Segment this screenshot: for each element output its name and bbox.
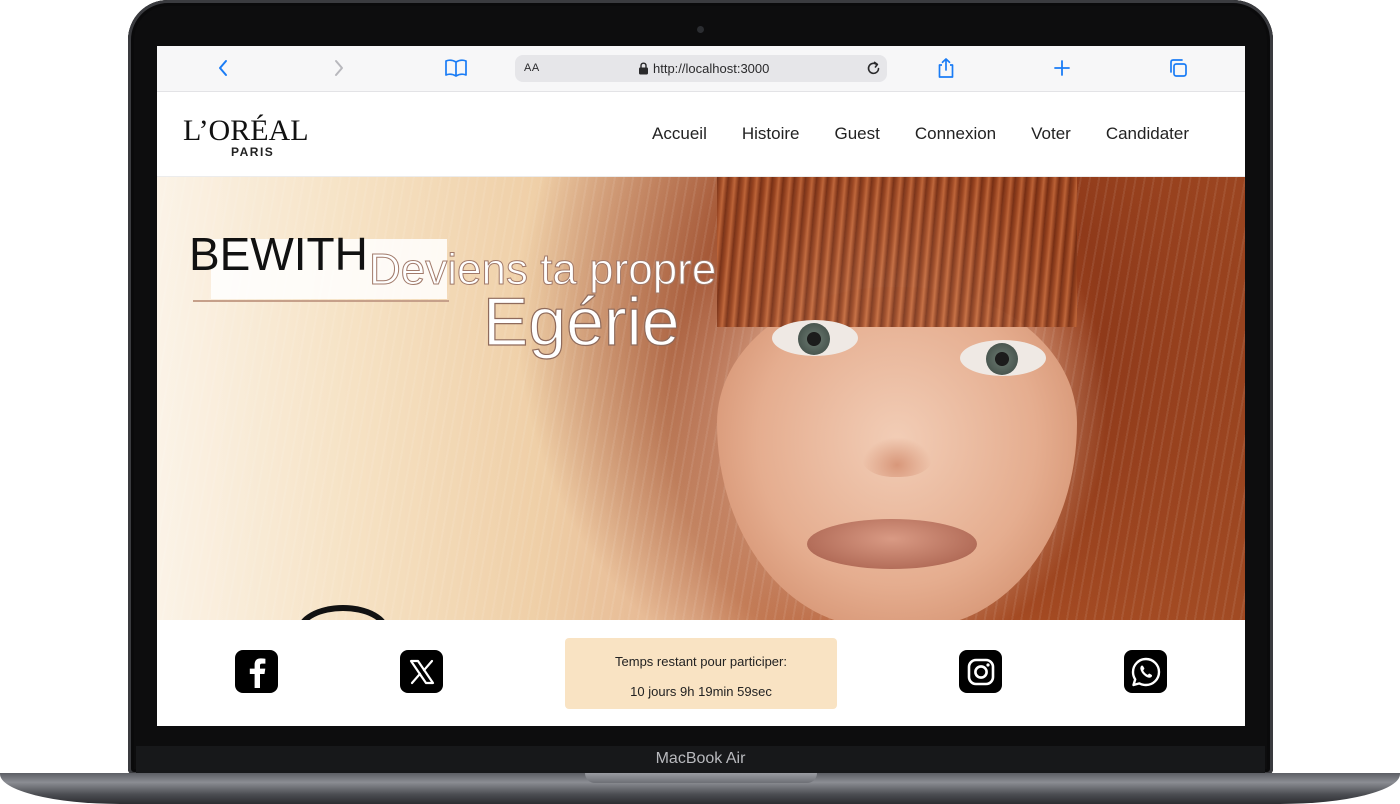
tabs-icon[interactable] — [1166, 56, 1190, 80]
camera-icon — [697, 26, 704, 33]
facebook-icon[interactable] — [235, 650, 278, 693]
hero-portrait-lips — [807, 519, 977, 569]
nav-voter[interactable]: Voter — [1031, 124, 1071, 144]
hero-banner: BEWITH Deviens ta propre Egérie — [157, 177, 1245, 620]
social-footer: Temps restant pour participer: 10 jours … — [157, 620, 1245, 726]
reload-icon[interactable] — [865, 60, 882, 82]
instagram-icon[interactable] — [959, 650, 1002, 693]
nav-accueil[interactable]: Accueil — [652, 124, 707, 144]
loreal-logo[interactable]: L’ORÉAL PARIS — [183, 116, 328, 160]
logo-subtitle: PARIS — [231, 145, 275, 159]
hero-title: BEWITH — [189, 228, 368, 280]
x-icon[interactable] — [400, 650, 443, 693]
laptop-chin: MacBook Air — [136, 746, 1265, 775]
laptop-notch — [585, 773, 817, 783]
countdown-value: 10 jours 9h 19min 59sec — [630, 684, 772, 699]
hero-subtitle-line2: Egérie — [482, 284, 680, 360]
site-header: L’ORÉAL PARIS Accueil Histoire Guest Con… — [157, 92, 1245, 177]
logo-wordmark: L’ORÉAL — [183, 114, 309, 147]
bookmarks-icon[interactable] — [444, 56, 468, 80]
browser-screen: AA http://localhost:3000 L’ORÉAL PARIS A… — [157, 46, 1245, 726]
address-bar[interactable]: AA http://localhost:3000 — [515, 55, 887, 82]
back-icon[interactable] — [211, 56, 235, 80]
hero-divider — [193, 300, 449, 302]
forward-icon[interactable] — [327, 56, 351, 80]
nav-guest[interactable]: Guest — [834, 124, 879, 144]
hero-portrait-eye — [960, 340, 1046, 376]
lock-icon — [638, 62, 649, 80]
device-label: MacBook Air — [655, 750, 746, 767]
hero-portrait-nose — [862, 437, 932, 477]
browser-toolbar: AA http://localhost:3000 — [157, 46, 1245, 92]
hero-portrait-eye — [772, 320, 858, 356]
main-nav: Accueil Histoire Guest Connexion Voter C… — [652, 124, 1189, 144]
whatsapp-icon[interactable] — [1124, 650, 1167, 693]
url-text[interactable]: http://localhost:3000 — [653, 61, 769, 76]
nav-connexion[interactable]: Connexion — [915, 124, 996, 144]
text-size-button[interactable]: AA — [524, 62, 540, 74]
nav-candidater[interactable]: Candidater — [1106, 124, 1189, 144]
nav-histoire[interactable]: Histoire — [742, 124, 800, 144]
hero-hair-fringe — [717, 177, 1077, 327]
new-tab-icon[interactable] — [1050, 56, 1074, 80]
countdown-panel: Temps restant pour participer: 10 jours … — [565, 638, 837, 709]
laptop-mockup: AA http://localhost:3000 L’ORÉAL PARIS A… — [0, 0, 1400, 804]
share-icon[interactable] — [934, 56, 958, 80]
countdown-label: Temps restant pour participer: — [615, 654, 787, 669]
